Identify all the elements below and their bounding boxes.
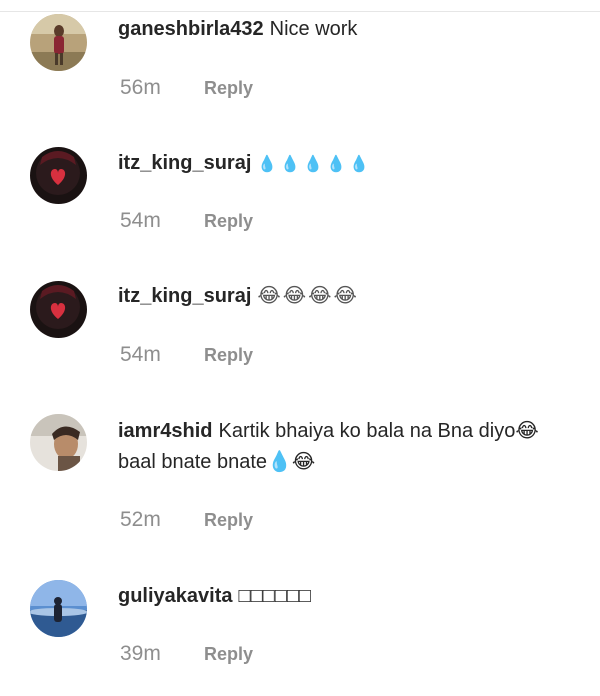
user-avatar-landscape-icon bbox=[30, 580, 87, 637]
avatar[interactable] bbox=[30, 414, 87, 471]
avatar[interactable] bbox=[30, 281, 87, 338]
reply-button[interactable]: Reply bbox=[204, 345, 253, 366]
comment-text: guliyakavita □□□□□□ bbox=[118, 581, 580, 612]
reply-button[interactable]: Reply bbox=[204, 211, 253, 232]
reply-button[interactable]: Reply bbox=[204, 78, 253, 99]
avatar[interactable] bbox=[30, 580, 87, 637]
comment-text: itz_king_suraj 😂😂😂😂 bbox=[118, 281, 580, 312]
comment-text: iamr4shid Kartik bhaiya ko bala na Bna di… bbox=[118, 416, 580, 478]
comment-message: Nice work bbox=[269, 18, 358, 40]
reply-button[interactable]: Reply bbox=[204, 644, 253, 665]
comment-timestamp: 54m bbox=[120, 209, 161, 232]
comment-message: □□□□□□ bbox=[238, 585, 311, 607]
comment-username[interactable]: ganeshbirla432 bbox=[118, 18, 264, 40]
user-avatar-heart-icon bbox=[30, 281, 87, 338]
comment-username[interactable]: guliyakavita bbox=[118, 585, 233, 607]
comment-timestamp: 52m bbox=[120, 508, 161, 531]
comment-username[interactable]: iamr4shid bbox=[118, 420, 212, 442]
user-avatar-standing-figure-icon bbox=[30, 14, 87, 71]
user-avatar-heart-icon bbox=[30, 147, 87, 204]
comment-timestamp: 54m bbox=[120, 343, 161, 366]
user-avatar-portrait-icon bbox=[30, 414, 87, 471]
comment-message: 💧💧💧💧💧 bbox=[257, 156, 372, 173]
avatar[interactable] bbox=[30, 14, 87, 71]
comment-text: itz_king_suraj 💧💧💧💧💧 bbox=[118, 148, 580, 180]
reply-button[interactable]: Reply bbox=[204, 510, 253, 531]
avatar[interactable] bbox=[30, 147, 87, 204]
top-divider bbox=[0, 0, 600, 12]
comment-message: 😂😂😂😂 bbox=[257, 285, 359, 307]
comment-timestamp: 56m bbox=[120, 76, 161, 99]
comment-timestamp: 39m bbox=[120, 642, 161, 665]
comment-username[interactable]: itz_king_suraj bbox=[118, 152, 251, 174]
comment-username[interactable]: itz_king_suraj bbox=[118, 285, 251, 307]
comment-text: ganeshbirla432 Nice work bbox=[118, 14, 580, 45]
